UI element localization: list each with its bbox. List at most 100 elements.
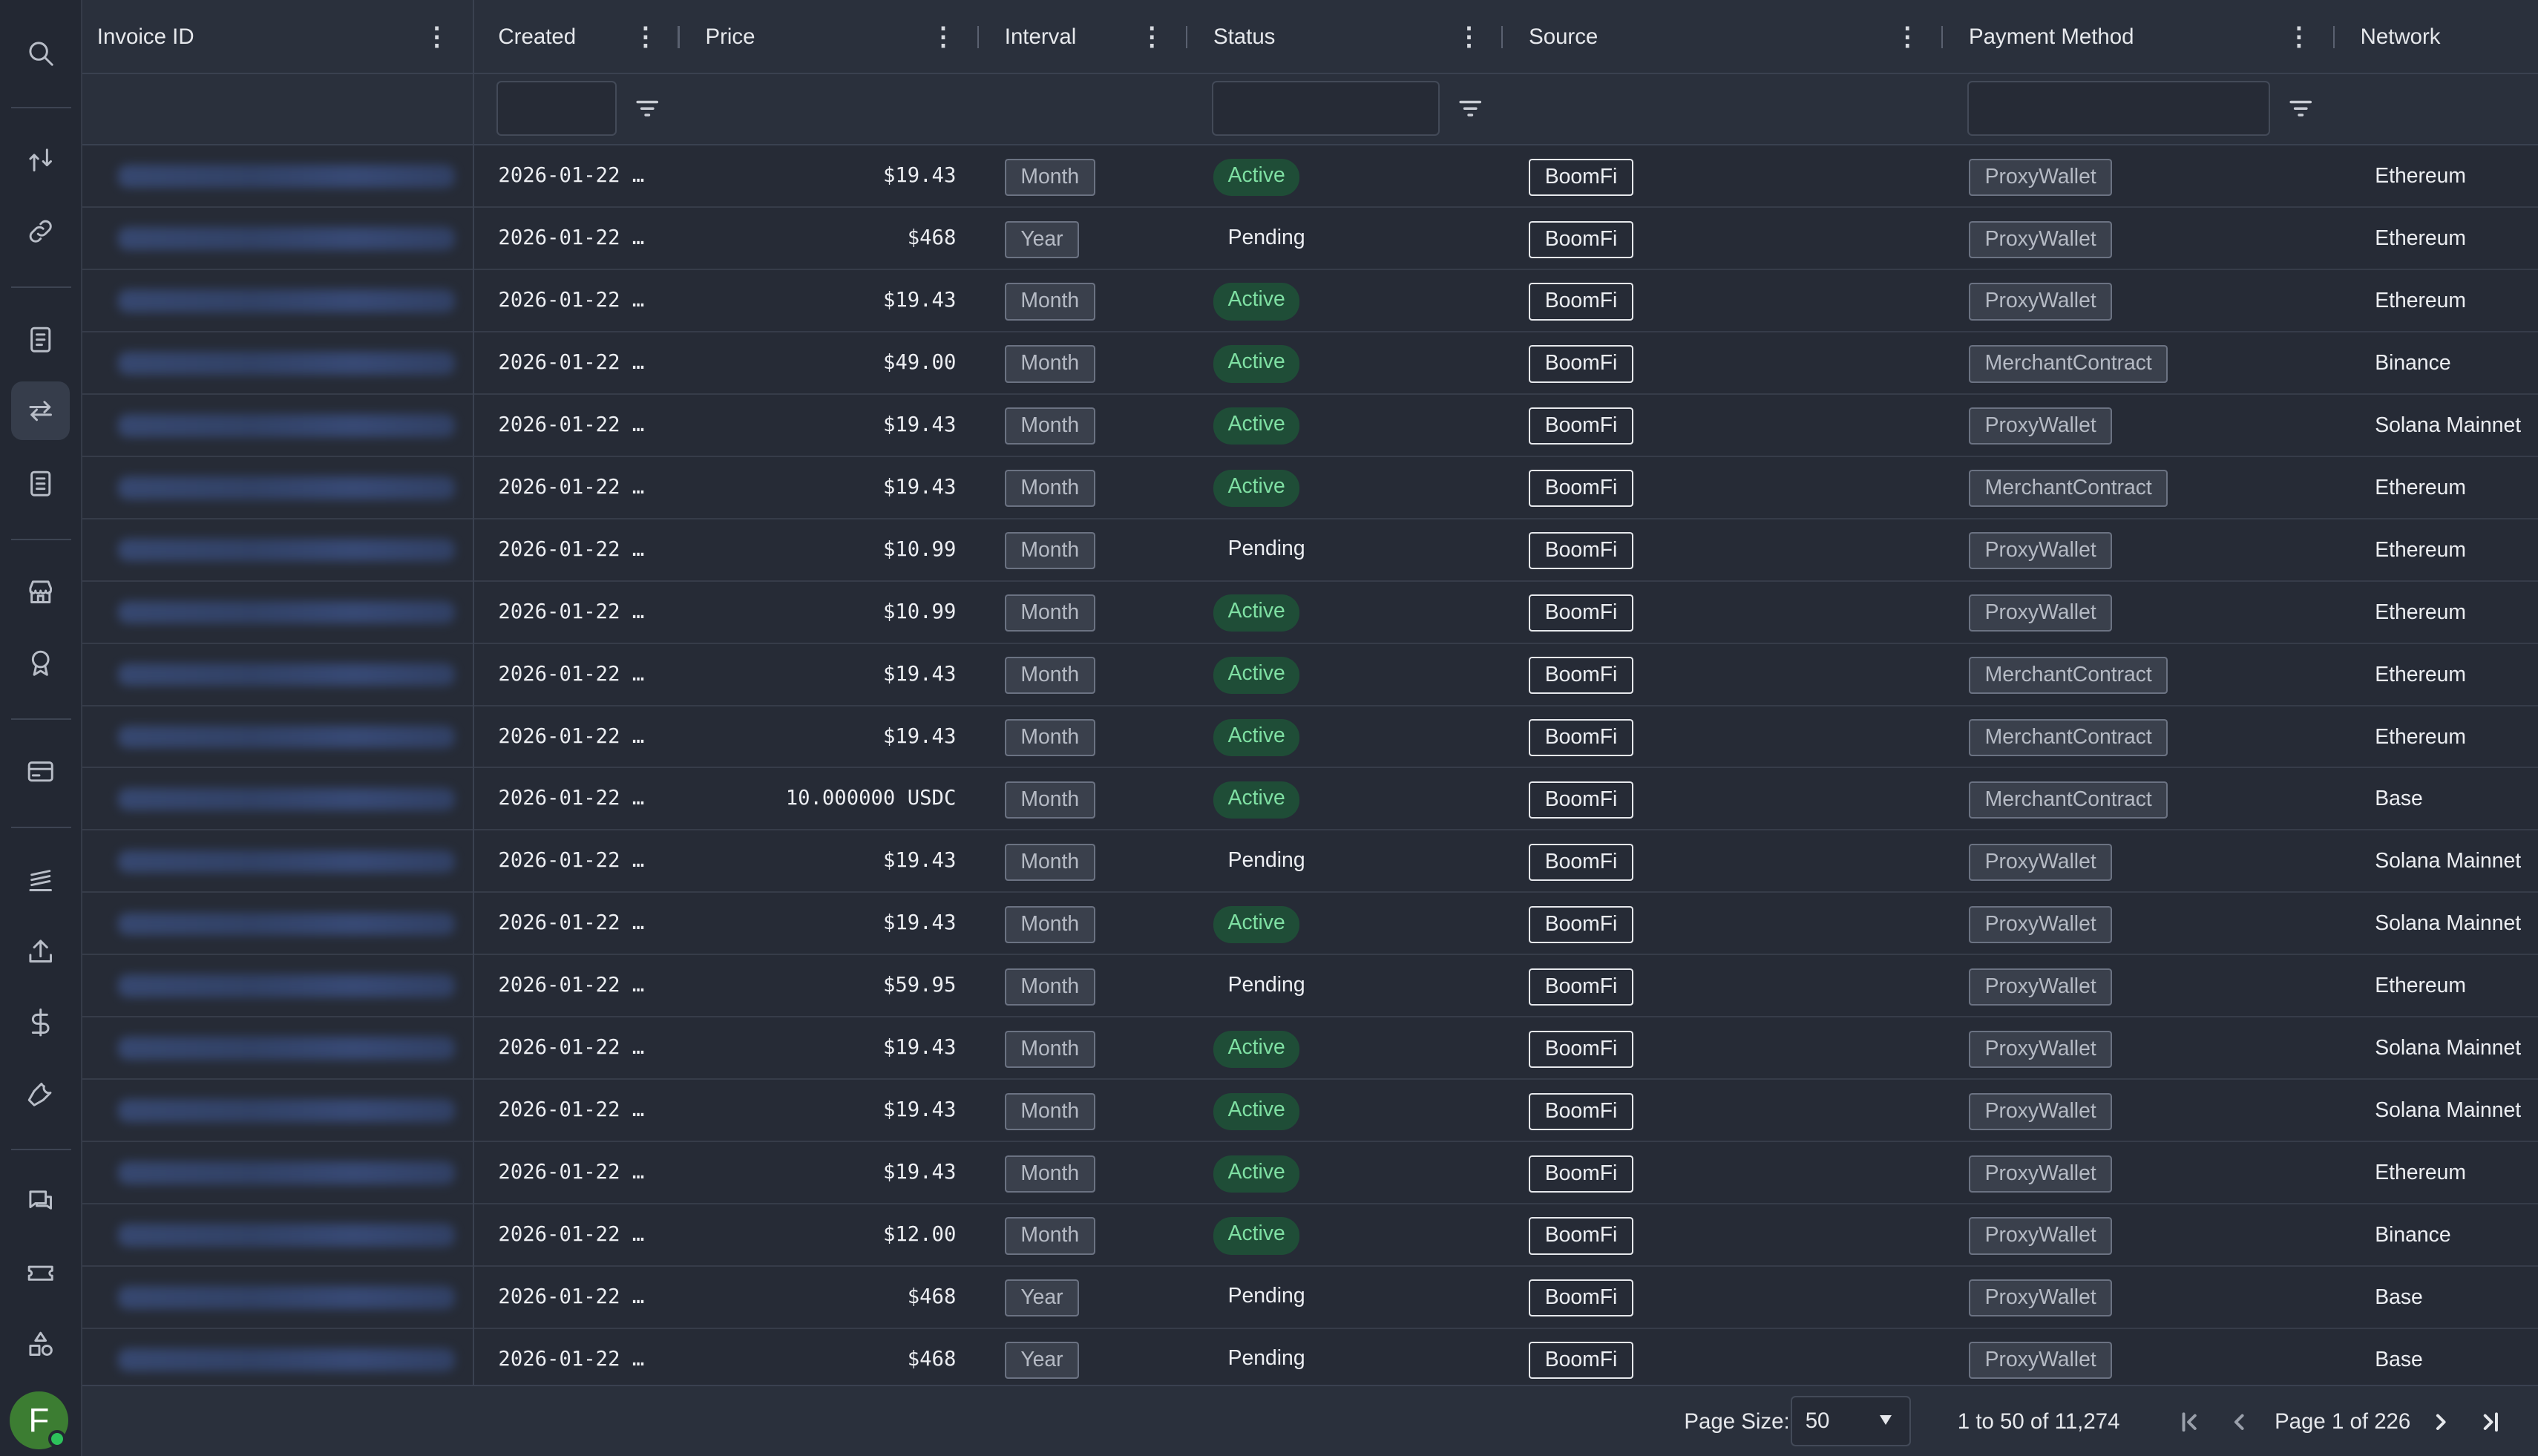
created-filter-input[interactable]: [496, 80, 617, 137]
source-badge: BoomFi: [1529, 718, 1633, 757]
invoice-icon[interactable]: [11, 311, 69, 369]
sidebar-divider: [11, 538, 71, 541]
chat-icon[interactable]: [11, 1173, 69, 1231]
first-page-icon[interactable]: [2174, 1406, 2207, 1438]
col-header-price[interactable]: Price: [705, 0, 755, 74]
redacted-invoice-id: [118, 663, 455, 686]
filter-row: [82, 74, 2538, 146]
invoice-id-cell[interactable]: [82, 1329, 473, 1391]
redacted-invoice-id: [118, 352, 455, 375]
price-cell: $19.43: [882, 475, 957, 499]
page-size-value: 50: [1805, 1409, 1830, 1434]
column-separator[interactable]: [1185, 25, 1188, 49]
column-menu-icon[interactable]: ⋮: [424, 23, 450, 52]
stack-icon[interactable]: [11, 851, 69, 909]
last-page-icon[interactable]: [2473, 1406, 2506, 1438]
column-menu-icon[interactable]: ⋮: [1895, 23, 1921, 52]
column-separator[interactable]: [2332, 25, 2335, 49]
invoice-id-cell[interactable]: [82, 768, 473, 831]
next-page-icon[interactable]: [2425, 1406, 2458, 1438]
price-cell: $19.43: [882, 289, 957, 312]
filter-icon[interactable]: [636, 97, 659, 120]
redacted-invoice-id: [118, 165, 455, 188]
payment-method-filter-input[interactable]: [1967, 80, 2270, 137]
created-cell: 2026-01-22 …: [498, 226, 645, 250]
source-badge: BoomFi: [1529, 781, 1633, 819]
upload-icon[interactable]: [11, 922, 69, 980]
invoice-id-cell[interactable]: [82, 830, 473, 893]
status-badge: Active: [1213, 718, 1300, 757]
invoice-id-cell[interactable]: [82, 519, 473, 582]
invoice-id-cell[interactable]: [82, 955, 473, 1018]
transfer-arrows-icon[interactable]: [11, 131, 69, 189]
column-menu-icon[interactable]: ⋮: [931, 23, 957, 52]
col-header-status[interactable]: Status: [1213, 0, 1275, 74]
col-header-created[interactable]: Created: [498, 0, 576, 74]
shapes-icon[interactable]: [11, 1315, 69, 1373]
invoice-id-cell[interactable]: [82, 208, 473, 271]
link-icon[interactable]: [11, 203, 69, 260]
payment-method-badge: ProxyWallet: [1969, 905, 2113, 943]
payment-method-badge: MerchantContract: [1969, 781, 2168, 819]
page-size-select[interactable]: 50: [1791, 1396, 1911, 1446]
invoice-id-cell[interactable]: [82, 644, 473, 706]
invoice-id-cell[interactable]: [82, 395, 473, 457]
prev-page-icon[interactable]: [2223, 1406, 2255, 1438]
invoice-id-cell[interactable]: [82, 1017, 473, 1080]
redacted-invoice-id: [118, 1037, 455, 1060]
redacted-invoice-id: [118, 538, 455, 562]
sidebar-divider: [11, 1148, 71, 1150]
invoice-id-cell[interactable]: [82, 1267, 473, 1329]
invoice-id-cell[interactable]: [82, 457, 473, 519]
invoice-id-cell[interactable]: [82, 332, 473, 395]
price-cell: $19.43: [882, 413, 957, 436]
col-header-payment-method[interactable]: Payment Method: [1969, 0, 2134, 74]
source-badge: BoomFi: [1529, 1279, 1633, 1317]
swap-icon[interactable]: [11, 381, 70, 440]
invoice-id-cell[interactable]: [82, 145, 473, 209]
column-separator[interactable]: [977, 25, 979, 49]
invoice-id-cell[interactable]: [82, 893, 473, 956]
status-badge: Active: [1213, 1030, 1300, 1068]
column-menu-icon[interactable]: ⋮: [1139, 23, 1165, 52]
filter-icon[interactable]: [2289, 97, 2312, 120]
store-icon[interactable]: [11, 563, 69, 621]
column-menu-icon[interactable]: ⋮: [632, 23, 658, 52]
invoice-list-icon[interactable]: [11, 455, 69, 513]
column-separator[interactable]: [1501, 25, 1504, 49]
status-filter-input[interactable]: [1211, 80, 1440, 137]
invoice-id-cell[interactable]: [82, 270, 473, 332]
col-header-network[interactable]: Network: [2361, 0, 2441, 74]
redacted-invoice-id: [118, 1224, 455, 1247]
filter-icon[interactable]: [1459, 97, 1482, 120]
invoice-id-cell[interactable]: [82, 1080, 473, 1143]
col-header-source[interactable]: Source: [1529, 0, 1598, 74]
invoice-id-cell[interactable]: [82, 582, 473, 644]
invoice-id-cell[interactable]: [82, 1142, 473, 1204]
column-menu-icon[interactable]: ⋮: [1456, 23, 1482, 52]
payment-method-badge: MerchantContract: [1969, 470, 2168, 508]
wrench-icon[interactable]: [11, 1064, 69, 1122]
invoice-id-cell[interactable]: [82, 706, 473, 769]
column-separator[interactable]: [1941, 25, 1944, 49]
dollar-icon[interactable]: [11, 994, 69, 1052]
network-cell: Solana Mainnet: [2375, 1036, 2522, 1060]
created-cell: 2026-01-22 …: [498, 537, 645, 561]
redacted-invoice-id: [118, 600, 455, 624]
source-badge: BoomFi: [1529, 220, 1633, 258]
column-menu-icon[interactable]: ⋮: [2286, 23, 2312, 52]
column-separator[interactable]: [678, 25, 680, 49]
interval-badge: Month: [1004, 283, 1095, 321]
network-cell: Binance: [2375, 1222, 2451, 1247]
col-header-invoice-id[interactable]: Invoice ID: [97, 0, 194, 74]
ticket-icon[interactable]: [11, 1244, 69, 1302]
card-icon[interactable]: [11, 743, 69, 801]
payment-method-badge: ProxyWallet: [1969, 843, 2113, 881]
col-header-interval[interactable]: Interval: [1005, 0, 1076, 74]
invoice-id-cell[interactable]: [82, 1204, 473, 1267]
page-indicator: Page 1 of 226: [2275, 1409, 2411, 1434]
data-grid: Invoice ID ⋮ Created ⋮ Price ⋮ Interval …: [82, 0, 2538, 1456]
search-icon[interactable]: [11, 24, 69, 82]
interval-badge: Month: [1004, 470, 1095, 508]
badge-icon[interactable]: [11, 634, 69, 692]
